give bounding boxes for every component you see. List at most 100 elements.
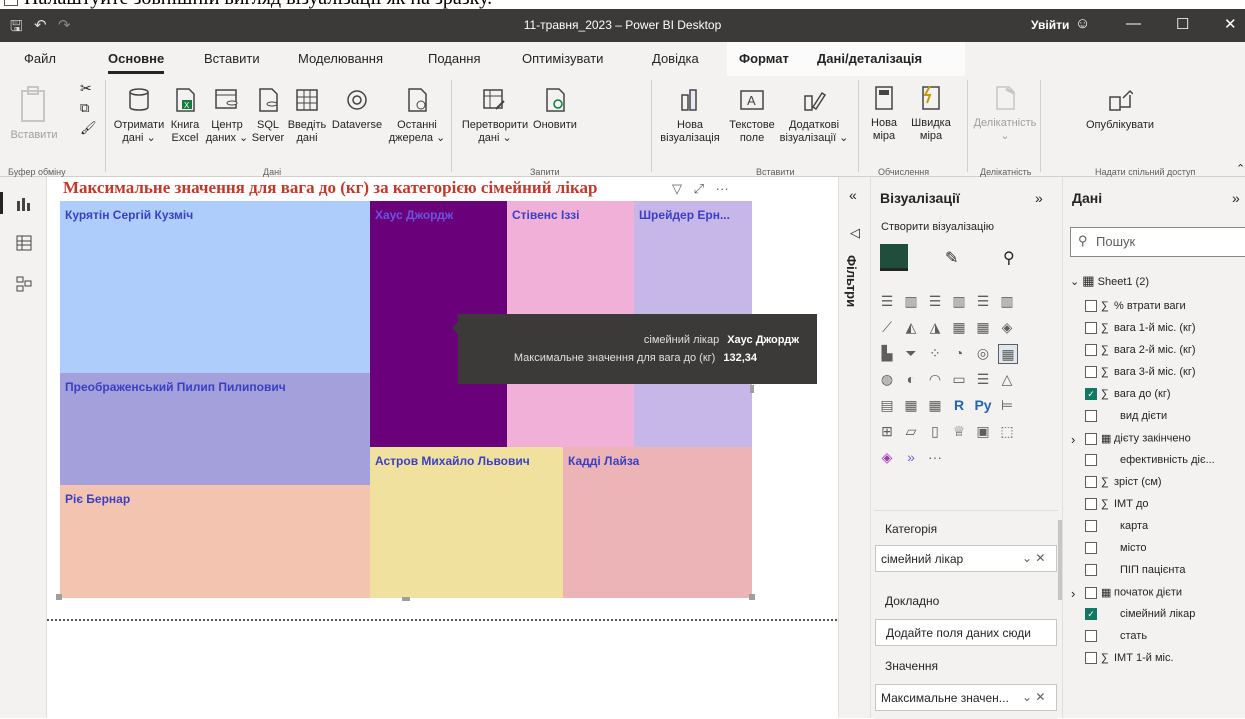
search-input[interactable]: ⚲ Пошук xyxy=(1070,227,1245,257)
field-item[interactable]: карта xyxy=(1085,520,1148,533)
paste-button[interactable]: Вставити xyxy=(4,85,64,142)
tab-file[interactable]: Файл xyxy=(24,51,56,66)
field-item[interactable]: ∑ ІМТ до xyxy=(1085,498,1149,511)
field-checkbox[interactable] xyxy=(1085,300,1097,313)
tab-modeling[interactable]: Моделювання xyxy=(298,51,383,66)
stacked-column-icon[interactable]: ▥ xyxy=(902,292,920,310)
field-checkbox[interactable] xyxy=(1085,498,1097,511)
transform-data-button[interactable]: Перетворити дані ⌄ xyxy=(459,87,531,145)
tab-optimize[interactable]: Оптимізувати xyxy=(522,51,603,66)
power-apps-icon[interactable]: ⬚ xyxy=(998,422,1016,440)
field-checkbox[interactable] xyxy=(1085,366,1097,379)
ribbon-chart-icon[interactable]: ◈ xyxy=(998,318,1016,336)
field-item[interactable]: ∑ вага 1-й міс. (кг) xyxy=(1085,322,1196,335)
more-visuals-button[interactable]: Додаткові візуалізації ⌄ xyxy=(779,87,849,145)
kpi-icon[interactable]: △ xyxy=(998,370,1016,388)
line-chart-icon[interactable]: ⟋ xyxy=(878,318,896,336)
slicer-icon[interactable]: ▤ xyxy=(878,396,896,414)
copy-icon[interactable]: ⧉ xyxy=(80,100,89,116)
card-icon[interactable]: ▭ xyxy=(950,370,968,388)
goals-icon[interactable]: ♕ xyxy=(950,422,968,440)
sign-in-button[interactable]: Увійти xyxy=(1031,18,1069,32)
get-data-button[interactable]: Отримати дані ⌄ xyxy=(113,87,165,145)
expand-chevron-icon[interactable]: » xyxy=(1232,190,1240,206)
filled-map-icon[interactable]: ◐ xyxy=(902,370,920,388)
waterfall-icon[interactable]: ▙ xyxy=(878,344,896,362)
refresh-button[interactable]: Оновити xyxy=(531,87,579,132)
field-item[interactable]: ∑ вага 2-й міс. (кг) xyxy=(1085,344,1196,357)
paginated-report-icon[interactable]: ▣ xyxy=(974,422,992,440)
100-bar-icon[interactable]: ☰ xyxy=(974,292,992,310)
treemap-visual[interactable]: Курятін Сергій Кузміч Преображенський Пи… xyxy=(60,201,752,598)
100-column-icon[interactable]: ▥ xyxy=(998,292,1016,310)
close-button[interactable]: ✕ xyxy=(1224,15,1237,33)
analytics-tab-icon[interactable]: ⚲ xyxy=(1003,248,1015,268)
stacked-area-icon[interactable]: ◮ xyxy=(926,318,944,336)
table-visual-icon[interactable]: ▦ xyxy=(902,396,920,414)
pie-icon[interactable]: ◔ xyxy=(950,344,968,362)
field-checkbox[interactable] xyxy=(1085,630,1097,643)
field-checkbox[interactable] xyxy=(1085,542,1097,555)
minimize-button[interactable]: — xyxy=(1126,15,1141,32)
data-hub-button[interactable]: Центр даних ⌄ xyxy=(205,87,249,145)
tab-view[interactable]: Подання xyxy=(428,51,481,66)
power-automate-icon[interactable]: ◈ xyxy=(878,448,896,466)
field-checkbox[interactable] xyxy=(1085,432,1097,445)
field-item[interactable]: вид дієти xyxy=(1085,410,1167,423)
field-item[interactable]: ПІП пацієнта xyxy=(1085,564,1185,577)
field-checkbox[interactable]: ✓ xyxy=(1085,388,1097,401)
details-well[interactable]: Додайте поля даних сюди xyxy=(875,619,1057,646)
line-stacked-icon[interactable]: ▦ xyxy=(974,318,992,336)
format-painter-icon[interactable]: 🖌 xyxy=(80,120,97,136)
field-checkbox[interactable]: ✓ xyxy=(1085,608,1097,621)
tab-help[interactable]: Довідка xyxy=(652,51,699,66)
field-checkbox[interactable] xyxy=(1085,344,1097,357)
field-checkbox[interactable] xyxy=(1085,454,1097,467)
field-checkbox[interactable] xyxy=(1085,410,1097,423)
tab-data-drill[interactable]: Дані/деталізація xyxy=(817,51,922,66)
resize-handle[interactable] xyxy=(402,597,410,601)
table-view-icon[interactable] xyxy=(15,234,33,252)
field-checkbox[interactable] xyxy=(1085,564,1097,577)
resize-handle[interactable] xyxy=(749,594,755,600)
python-visual-icon[interactable]: Py xyxy=(974,396,992,414)
treemap-tile[interactable]: Кадді Лайза xyxy=(563,447,752,598)
field-checkbox[interactable] xyxy=(1085,322,1097,335)
more-options-icon[interactable]: ··· xyxy=(716,181,729,196)
treemap-tile[interactable]: Ріє Бернар xyxy=(60,485,370,598)
values-well[interactable]: Максимальне значен... ⌄ ✕ xyxy=(875,684,1057,711)
donut-icon[interactable]: ◎ xyxy=(974,344,992,362)
filters-label[interactable]: Фільтри xyxy=(844,255,859,307)
field-item[interactable]: ∑ ІМТ 1-й міс. xyxy=(1085,652,1174,665)
area-chart-icon[interactable]: ◭ xyxy=(902,318,920,336)
multi-row-card-icon[interactable]: ☰ xyxy=(974,370,992,388)
enter-data-button[interactable]: Введіть дані xyxy=(286,87,328,145)
stacked-bar-icon[interactable]: ☰ xyxy=(878,292,896,310)
gauge-icon[interactable]: ◠ xyxy=(926,370,944,388)
resize-handle[interactable] xyxy=(750,385,754,393)
field-item[interactable]: › ▦ початок дієти xyxy=(1071,586,1182,601)
tab-insert[interactable]: Вставити xyxy=(204,51,260,66)
build-visual-tab-icon[interactable] xyxy=(880,244,908,271)
format-visual-tab-icon[interactable]: ✎ xyxy=(945,248,958,268)
field-item[interactable]: ✓ сімейний лікар xyxy=(1085,608,1195,621)
quick-measure-button[interactable]: Швидка міра xyxy=(906,85,956,143)
clustered-column-icon[interactable]: ▥ xyxy=(950,292,968,310)
field-item[interactable]: ∑ вага 3-й міс. (кг) xyxy=(1085,366,1196,379)
narrative-icon[interactable]: ▯ xyxy=(926,422,944,440)
field-actions-icon[interactable]: ⌄ ✕ xyxy=(1022,551,1045,565)
account-icon[interactable]: ☺ xyxy=(1075,15,1090,32)
treemap-tile[interactable]: Астров Михайло Львович xyxy=(370,447,563,598)
line-column-icon[interactable]: ▦ xyxy=(950,318,968,336)
focus-mode-icon[interactable]: ⤢ xyxy=(694,181,704,196)
maximize-button[interactable]: ☐ xyxy=(1176,15,1189,33)
cut-icon[interactable]: ✂ xyxy=(80,80,92,97)
funnel-icon[interactable]: ⏷ xyxy=(902,344,920,362)
tab-format[interactable]: Формат xyxy=(739,51,789,66)
table-node[interactable]: ⌄ ▦ Sheet1 (2) xyxy=(1070,273,1149,289)
new-measure-button[interactable]: Нова міра xyxy=(863,85,905,143)
treemap-icon[interactable]: ▦ xyxy=(998,344,1018,364)
collapse-ribbon-icon[interactable]: ⌃ xyxy=(1236,162,1245,175)
chevron-right-icon[interactable]: › xyxy=(1071,432,1075,447)
field-item[interactable]: ∑ зріст (см) xyxy=(1085,476,1162,489)
